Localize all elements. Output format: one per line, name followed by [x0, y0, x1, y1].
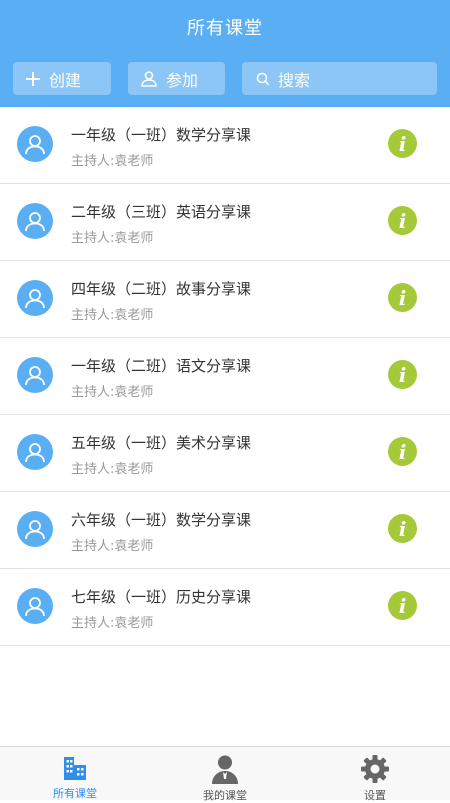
course-item[interactable]: 六年级（一班）数学分享课 主持人:袁老师 i: [0, 492, 450, 569]
search-button[interactable]: 搜索: [242, 62, 437, 95]
info-icon[interactable]: i: [388, 360, 417, 389]
course-host: 主持人:袁老师: [71, 308, 154, 323]
course-title: 一年级（一班）数学分享课: [71, 126, 252, 144]
course-list: 一年级（一班）数学分享课 主持人:袁老师 i 二年级（三班）英语分享课 主持人:…: [0, 107, 450, 646]
tab-label: 设置: [364, 789, 386, 802]
info-icon[interactable]: i: [388, 591, 417, 620]
avatar-icon: [17, 357, 53, 393]
avatar-icon: [17, 588, 53, 624]
info-icon[interactable]: i: [388, 437, 417, 466]
tab-label: 所有课堂: [53, 787, 97, 800]
course-host: 主持人:袁老师: [71, 231, 154, 246]
course-host: 主持人:袁老师: [71, 385, 154, 400]
top-bar: 所有课堂 创建 参加 搜索: [0, 0, 450, 107]
info-icon[interactable]: i: [388, 129, 417, 158]
bottom-tab-bar: 所有课堂 我的课堂 设置: [0, 746, 450, 802]
course-host: 主持人:袁老师: [71, 539, 154, 554]
create-label: 创建: [49, 70, 82, 90]
course-host: 主持人:袁老师: [71, 616, 154, 631]
avatar-icon: [17, 203, 53, 239]
join-button[interactable]: 参加: [128, 62, 225, 95]
search-icon: [256, 72, 270, 86]
avatar-icon: [17, 280, 53, 316]
course-item[interactable]: 一年级（二班）语文分享课 主持人:袁老师 i: [0, 338, 450, 415]
user-join-icon: [140, 70, 158, 88]
building-icon: [61, 754, 89, 782]
course-item[interactable]: 五年级（一班）美术分享课 主持人:袁老师 i: [0, 415, 450, 492]
tab-all-classes[interactable]: 所有课堂: [0, 747, 150, 801]
info-icon[interactable]: i: [388, 283, 417, 312]
course-title: 一年级（二班）语文分享课: [71, 357, 252, 375]
page-title: 所有课堂: [187, 18, 263, 39]
tab-label: 我的课堂: [203, 789, 247, 802]
course-title: 二年级（三班）英语分享课: [71, 203, 252, 221]
gear-icon: [360, 754, 390, 784]
course-title: 四年级（二班）故事分享课: [71, 280, 252, 298]
avatar-icon: [17, 434, 53, 470]
course-item[interactable]: 七年级（一班）历史分享课 主持人:袁老师 i: [0, 569, 450, 646]
join-label: 参加: [166, 70, 199, 90]
avatar-icon: [17, 126, 53, 162]
course-item[interactable]: 四年级（二班）故事分享课 主持人:袁老师 i: [0, 261, 450, 338]
course-item[interactable]: 一年级（一班）数学分享课 主持人:袁老师 i: [0, 107, 450, 184]
course-host: 主持人:袁老师: [71, 462, 154, 477]
person-icon: [211, 754, 239, 784]
search-label: 搜索: [278, 70, 311, 90]
tab-my-classes[interactable]: 我的课堂: [150, 747, 300, 802]
create-button[interactable]: 创建: [13, 62, 111, 95]
course-title: 七年级（一班）历史分享课: [71, 588, 252, 606]
tab-settings[interactable]: 设置: [300, 747, 450, 802]
avatar-icon: [17, 511, 53, 547]
info-icon[interactable]: i: [388, 514, 417, 543]
course-title: 五年级（一班）美术分享课: [71, 434, 252, 452]
info-icon[interactable]: i: [388, 206, 417, 235]
plus-icon: [25, 71, 41, 87]
course-item[interactable]: 二年级（三班）英语分享课 主持人:袁老师 i: [0, 184, 450, 261]
course-host: 主持人:袁老师: [71, 154, 154, 169]
course-title: 六年级（一班）数学分享课: [71, 511, 252, 529]
